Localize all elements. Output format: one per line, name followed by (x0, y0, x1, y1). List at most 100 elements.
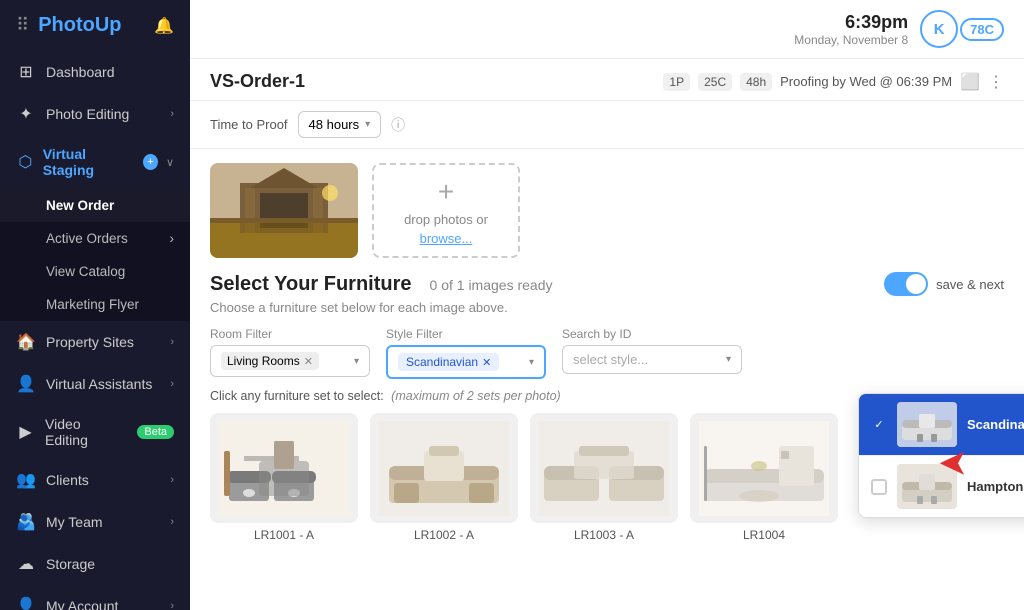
furniture-subtitle: Choose a furniture set below for each im… (210, 300, 1004, 315)
furniture-card-lr1002a[interactable]: LR1002 - A ✓ (370, 413, 518, 542)
sidebar-item-property-sites[interactable]: 🏠 Property Sites › (0, 321, 190, 363)
sidebar-item-view-catalog[interactable]: View Catalog (0, 255, 190, 288)
toggle-knob (906, 274, 926, 294)
furniture-grid: LR1001 - A (210, 413, 1004, 542)
order-header: VS-Order-1 1P 25C 48h Proofing by Wed @ … (190, 59, 1024, 101)
current-time: 6:39pm (794, 12, 908, 33)
photo-editing-icon: ✦ (16, 104, 36, 124)
order-meta: 1P 25C 48h Proofing by Wed @ 06:39 PM ⬜ … (663, 72, 1004, 92)
toggle-switch[interactable] (884, 272, 928, 296)
chevron-down-icon: ∨ (166, 156, 174, 169)
max-note: (maximum of 2 sets per photo) (391, 389, 561, 403)
room-filter-label: Room Filter (210, 327, 370, 341)
remove-style-filter-button[interactable]: ✕ (482, 356, 491, 369)
furniture-title-row: Select Your Furniture 0 of 1 images read… (210, 272, 1004, 296)
furniture-label-lr1003a: LR1003 - A (530, 528, 678, 542)
filters-row: Room Filter Living Rooms ✕ ▾ Style Filte… (210, 327, 1004, 379)
furniture-section: Select Your Furniture 0 of 1 images read… (190, 272, 1024, 542)
chevron-right-icon: › (170, 474, 174, 486)
bell-icon[interactable]: 🔔 (154, 16, 174, 36)
sidebar-item-virtual-staging[interactable]: ⬡ Virtual Staging + ∨ (0, 135, 190, 189)
style-filter-tag: Scandinavian ✕ (398, 353, 499, 371)
uploaded-photo (210, 163, 358, 258)
more-options-button[interactable]: ⋮ (988, 72, 1004, 92)
sidebar-item-label: Photo Editing (46, 106, 129, 122)
avatar-button[interactable]: K (920, 10, 958, 48)
meta-48h: 48h (740, 73, 772, 91)
sidebar-item-label: Virtual Assistants (46, 376, 152, 392)
sidebar-item-new-order[interactable]: New Order (0, 189, 190, 222)
sub-item-label: Active Orders (46, 231, 128, 246)
chevron-down-icon: ▾ (726, 354, 731, 365)
room-filter-group: Room Filter Living Rooms ✕ ▾ (210, 327, 370, 377)
sub-item-label: View Catalog (46, 264, 125, 279)
room-filter-tag: Living Rooms ✕ (221, 352, 319, 370)
my-account-icon: 👤 (16, 596, 36, 610)
search-placeholder: select style... (573, 352, 648, 367)
sidebar-item-label: Video Editing (45, 416, 123, 448)
furniture-card-lr1004[interactable]: LR1004 (690, 413, 838, 542)
sidebar-item-label: Dashboard (46, 64, 115, 80)
sidebar-item-dashboard[interactable]: ⊞ Dashboard (0, 51, 190, 93)
topbar-time: 6:39pm Monday, November 8 (794, 12, 908, 47)
drop-instruction: drop photos or (404, 212, 488, 227)
sidebar-item-active-orders[interactable]: Active Orders › (0, 222, 190, 255)
sidebar-item-label: Clients (46, 472, 89, 488)
checkmark-icon: ✓ (874, 418, 883, 431)
remove-room-filter-button[interactable]: ✕ (304, 355, 313, 368)
sidebar-item-photo-editing[interactable]: ✦ Photo Editing › (0, 93, 190, 135)
app-logo: PhotoUp (38, 14, 121, 37)
virtual-staging-submenu: New Order Active Orders › View Catalog M… (0, 189, 190, 321)
style-filter-label: Style Filter (386, 327, 546, 341)
sidebar: ⠿ PhotoUp 🔔 ⊞ Dashboard ✦ Photo Editing … (0, 0, 190, 610)
search-by-id-select[interactable]: select style... ▾ (562, 345, 742, 374)
sidebar-item-storage[interactable]: ☁ Storage (0, 543, 190, 585)
chevron-down-icon: ▾ (529, 357, 534, 368)
sidebar-item-video-editing[interactable]: ▶ Video Editing Beta (0, 405, 190, 459)
style-filter-select[interactable]: Scandinavian ✕ ▾ (386, 345, 546, 379)
clients-icon: 👥 (16, 470, 36, 490)
red-arrow-indicator: ➤ (938, 443, 968, 485)
order-title: VS-Order-1 (210, 71, 305, 92)
photo-drop-zone[interactable]: + drop photos or browse... (372, 163, 520, 258)
plus-badge: + (143, 154, 158, 170)
furniture-card-lr1001a[interactable]: LR1001 - A (210, 413, 358, 542)
sidebar-item-virtual-assistants[interactable]: 👤 Virtual Assistants › (0, 363, 190, 405)
sidebar-item-label: My Team (46, 514, 103, 530)
furniture-img-lr1002a (370, 413, 518, 523)
browse-link[interactable]: browse... (420, 231, 473, 246)
style-filter-value: Scandinavian (406, 355, 478, 369)
property-sites-icon: 🏠 (16, 332, 36, 352)
info-icon[interactable]: ⓘ (391, 115, 405, 135)
save-next-toggle[interactable]: save & next (884, 272, 1004, 296)
sidebar-item-my-team[interactable]: 🫂 My Team › (0, 501, 190, 543)
meta-1p: 1P (663, 73, 690, 91)
plus-icon: + (438, 176, 454, 208)
furniture-title: Select Your Furniture (210, 273, 412, 296)
sidebar-item-marketing-flyer[interactable]: Marketing Flyer (0, 288, 190, 321)
furniture-label-lr1002a: LR1002 - A (370, 528, 518, 542)
sidebar-item-label: Property Sites (46, 334, 134, 350)
sidebar-item-my-account[interactable]: 👤 My Account › (0, 585, 190, 610)
chevron-down-icon: ▾ (365, 119, 370, 130)
storage-icon: ☁ (16, 554, 36, 574)
sidebar-logo: ⠿ PhotoUp 🔔 (0, 0, 190, 51)
screen-icon-button[interactable]: ⬜ (960, 72, 980, 92)
room-filter-select[interactable]: Living Rooms ✕ ▾ (210, 345, 370, 377)
account-badge[interactable]: 78C (960, 18, 1004, 41)
sidebar-item-clients[interactable]: 👥 Clients › (0, 459, 190, 501)
virtual-staging-label: Virtual Staging (43, 146, 135, 178)
search-by-id-label: Search by ID (562, 327, 742, 341)
furniture-img-lr1004 (690, 413, 838, 523)
click-instruction-text: Click any furniture set to select: (210, 389, 384, 403)
time-select-dropdown[interactable]: 48 hours ▾ (298, 111, 382, 138)
checkbox-scandinavian: ✓ (871, 417, 887, 433)
dropdown-label-hamptons: Hamptons (967, 479, 1024, 494)
chevron-down-icon: ▾ (354, 356, 359, 367)
main-content: 6:39pm Monday, November 8 K 78C VS-Order… (190, 0, 1024, 610)
furniture-ready-count: 0 of 1 images ready (430, 277, 553, 293)
sub-item-label: New Order (46, 198, 114, 213)
furniture-card-lr1003a[interactable]: LR1003 - A (530, 413, 678, 542)
beta-badge: Beta (137, 425, 174, 439)
current-date: Monday, November 8 (794, 33, 908, 47)
